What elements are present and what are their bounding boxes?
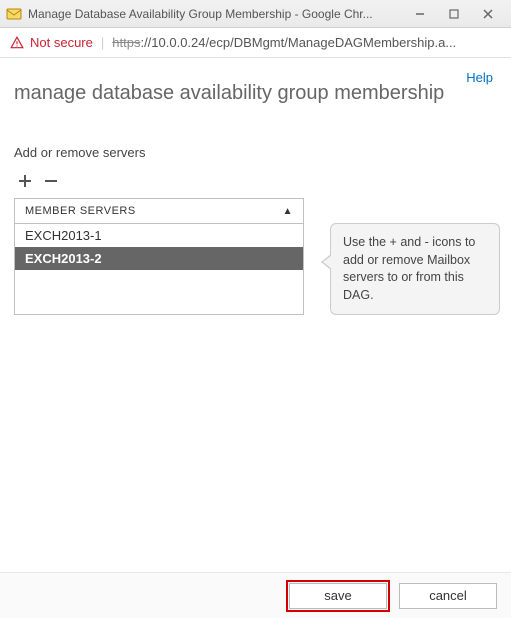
section-label: Add or remove servers xyxy=(14,145,497,160)
minus-icon xyxy=(43,173,59,189)
address-bar: Not secure | https://10.0.0.24/ecp/DBMgm… xyxy=(0,28,511,58)
cancel-button[interactable]: cancel xyxy=(399,583,497,609)
column-header-label: MEMBER SERVERS xyxy=(25,205,136,217)
address-separator: | xyxy=(101,35,104,50)
maximize-button[interactable] xyxy=(437,3,471,25)
table-header[interactable]: MEMBER SERVERS ▲ xyxy=(15,199,303,224)
close-button[interactable] xyxy=(471,3,505,25)
not-secure-label: Not secure xyxy=(30,35,93,50)
help-link[interactable]: Help xyxy=(466,70,493,85)
url-protocol: https xyxy=(112,35,140,50)
help-callout: Use the + and - icons to add or remove M… xyxy=(330,223,500,315)
table-row[interactable]: EXCH2013-2 xyxy=(15,247,303,270)
callout-text: Use the + and - icons to add or remove M… xyxy=(343,235,475,302)
app-icon xyxy=(6,6,22,22)
member-servers-table: MEMBER SERVERS ▲ EXCH2013-1EXCH2013-2 xyxy=(14,198,304,315)
table-body: EXCH2013-1EXCH2013-2 xyxy=(15,224,303,314)
window-title: Manage Database Availability Group Membe… xyxy=(28,7,403,21)
warning-icon xyxy=(10,36,24,50)
add-button[interactable] xyxy=(14,170,36,192)
url-text[interactable]: https://10.0.0.24/ecp/DBMgmt/ManageDAGMe… xyxy=(112,35,456,50)
window-controls xyxy=(403,3,505,25)
footer: save cancel xyxy=(0,572,511,618)
table-row[interactable]: EXCH2013-1 xyxy=(15,224,303,247)
toolbar xyxy=(14,170,497,192)
page-title: manage database availability group membe… xyxy=(14,82,497,105)
save-button[interactable]: save xyxy=(289,583,387,609)
plus-icon xyxy=(17,173,33,189)
sort-arrow-icon: ▲ xyxy=(283,206,293,217)
minimize-button[interactable] xyxy=(403,3,437,25)
remove-button[interactable] xyxy=(40,170,62,192)
content-area: Help manage database availability group … xyxy=(0,58,511,315)
window-titlebar: Manage Database Availability Group Membe… xyxy=(0,0,511,28)
security-indicator[interactable]: Not secure xyxy=(10,35,93,50)
url-host-path: ://10.0.0.24/ecp/DBMgmt/ManageDAGMembers… xyxy=(140,35,456,50)
